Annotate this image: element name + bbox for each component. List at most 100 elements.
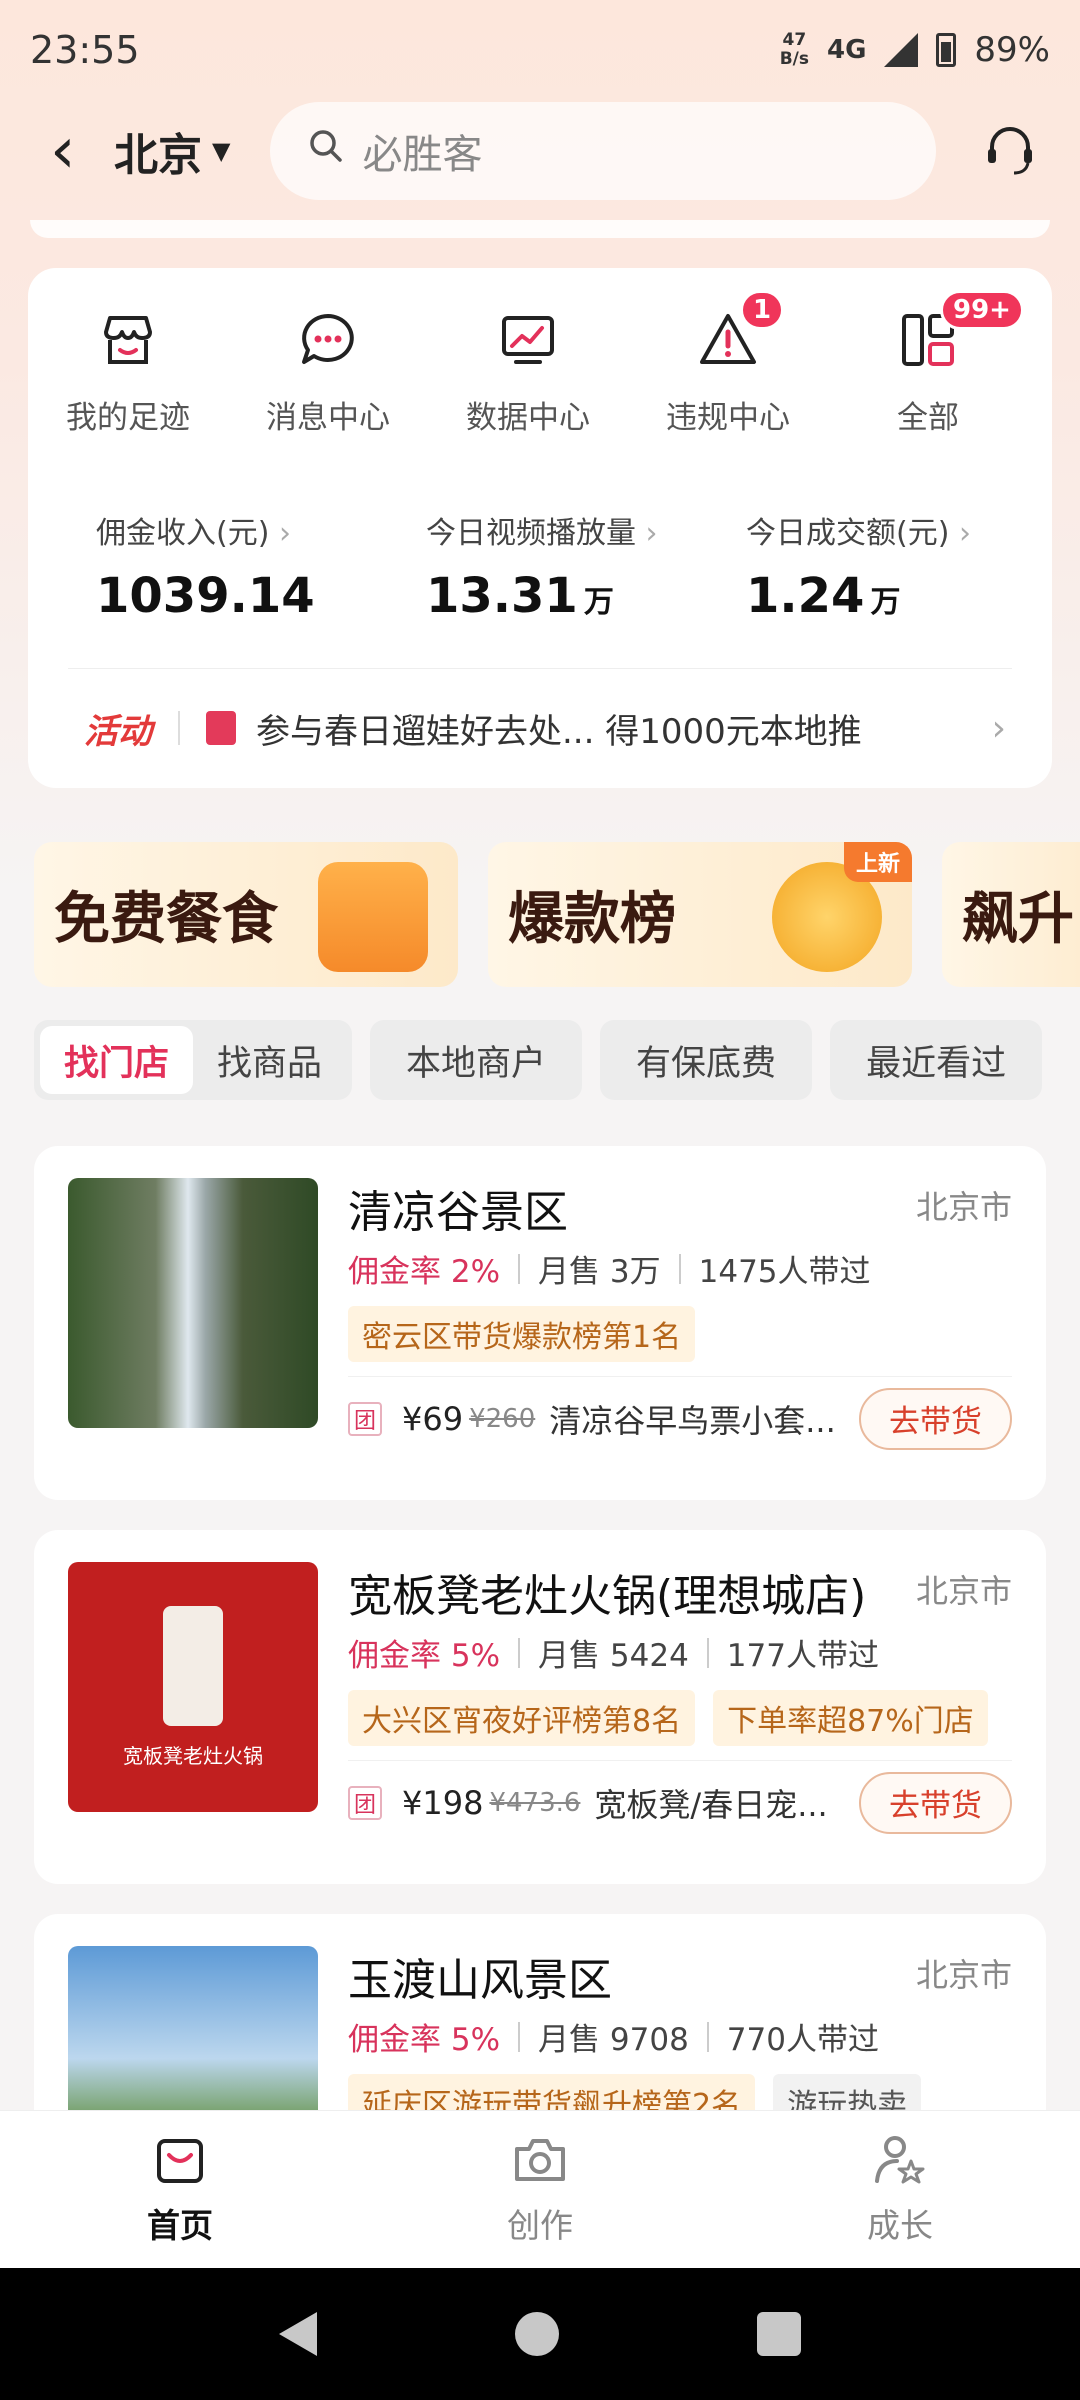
nav-home-icon[interactable]	[515, 2312, 559, 2356]
product-name: 清凉谷早鸟票小套...	[549, 1401, 836, 1440]
conversion-tag: 下单率超87%门店	[713, 1690, 988, 1746]
original-price: ¥260	[469, 1403, 536, 1434]
new-badge: 上新	[843, 842, 912, 882]
original-price: ¥473.6	[489, 1787, 581, 1818]
chip-find-stores[interactable]: 找门店	[40, 1026, 194, 1094]
nav-recents-icon[interactable]	[757, 2312, 801, 2356]
activity-banner[interactable]: 活动 参与春日遛娃好去处... 得1000元本地推 ›	[28, 698, 1052, 758]
shop-metrics: 佣金率 5% 月售 5424 177人带过	[348, 1637, 879, 1674]
product-price: ¥198	[402, 1783, 484, 1822]
stat-video-views[interactable]: 今日视频播放量 › 13.31 万	[426, 508, 658, 624]
shop-city: 北京市	[915, 1188, 1012, 1226]
net-speed: 47 B/s	[779, 30, 809, 69]
shop-metrics: 佣金率 5% 月售 9708 770人带过	[348, 2021, 879, 2058]
quick-action-label: 我的足迹	[66, 400, 190, 436]
chip-guaranteed-fee[interactable]: 有保底费	[600, 1020, 813, 1100]
feature-banners: 免费餐食 爆款榜 上新 飙升	[34, 842, 1080, 987]
shop-logo-figure	[163, 1605, 223, 1726]
product-row[interactable]: 团 ¥69 ¥260 清凉谷早鸟票小套... 去带货	[348, 1376, 1012, 1450]
banner-hot-list[interactable]: 爆款榜 上新	[488, 842, 912, 987]
shop-name: 清凉谷景区	[348, 1187, 568, 1238]
battery-level: 89%	[974, 30, 1050, 70]
shop-card[interactable]: 玉渡山风景区 北京市 佣金率 5% 月售 9708 770人带过 延庆区游玩带货…	[34, 1914, 1046, 2134]
shop-city: 北京市	[915, 1956, 1012, 1994]
header: ‹ 北京 ▼ 必胜客	[0, 96, 1080, 206]
shop-thumbnail: 宽板凳老灶火锅	[68, 1562, 318, 1812]
quick-action-label: 数据中心	[466, 400, 590, 436]
shop-thumbnail	[68, 1178, 318, 1428]
status-icons: 47 B/s 4G 89%	[780, 30, 1050, 70]
activity-tag: 活动	[84, 711, 152, 752]
chevron-down-icon[interactable]: ▼	[212, 137, 230, 165]
stat-commission[interactable]: 佣金收入(元) › 1039.14	[96, 508, 321, 624]
shop-metrics: 佣金率 2% 月售 3万 1475人带过	[348, 1253, 871, 1290]
tab-home[interactable]: 首页	[0, 2111, 360, 2268]
search-placeholder: 必胜客	[362, 132, 483, 178]
status-time: 23:55	[30, 28, 140, 72]
data-icon	[502, 316, 554, 364]
nav-back-icon[interactable]	[279, 2312, 317, 2356]
banner-rising[interactable]: 飙升	[942, 842, 1080, 987]
divider	[178, 711, 180, 745]
quick-action-violations[interactable]: 违规中心 1	[628, 290, 828, 437]
home-bag-icon	[157, 2139, 203, 2183]
tab-label: 成长	[867, 2206, 933, 2245]
quick-action-label: 违规中心	[666, 400, 790, 436]
shop-name: 玉渡山风景区	[348, 1955, 612, 2006]
banner-free-meal[interactable]: 免费餐食	[34, 842, 458, 987]
stat-gmv[interactable]: 今日成交额(元) › 1.24 万	[746, 508, 971, 624]
activity-text: 参与春日遛娃好去处... 得1000元本地推	[256, 711, 862, 752]
rank-tag: 密云区带货爆款榜第1名	[348, 1306, 696, 1362]
tab-label: 创作	[507, 2206, 573, 2245]
system-nav-bar	[0, 2268, 1080, 2400]
group-buy-icon: 团	[348, 1785, 382, 1820]
shop-city: 北京市	[915, 1572, 1012, 1610]
search-mode-toggle: 找门店 找商品	[34, 1020, 353, 1100]
ticket-icon	[206, 711, 236, 745]
shop-card[interactable]: 宽板凳老灶火锅 宽板凳老灶火锅(理想城店) 北京市 佣金率 5% 月售 5424…	[34, 1530, 1046, 1884]
notification-badge: 1	[740, 290, 785, 330]
status-bar: 23:55 47 B/s 4G 89%	[0, 0, 1080, 100]
filter-chips: 找门店 找商品 本地商户 有保底费 最近看过	[34, 1020, 1043, 1100]
signal-icon	[884, 33, 919, 67]
shop-icon	[104, 316, 152, 364]
shop-tags: 密云区带货爆款榜第1名	[348, 1306, 696, 1362]
shop-name: 宽板凳老灶火锅(理想城店)	[348, 1571, 867, 1622]
group-buy-icon: 团	[348, 1401, 382, 1436]
banner-strip	[30, 220, 1050, 238]
customer-service-icon[interactable]	[980, 121, 1040, 181]
promote-button[interactable]: 去带货	[859, 1771, 1012, 1834]
chip-recently-viewed[interactable]: 最近看过	[830, 1020, 1043, 1100]
tab-growth[interactable]: 成长	[720, 2111, 1080, 2268]
search-icon	[306, 126, 346, 176]
battery-icon	[936, 33, 957, 67]
shop-tags: 大兴区宵夜好评榜第8名 下单率超87%门店	[348, 1690, 988, 1746]
tab-create[interactable]: 创作	[360, 2111, 720, 2268]
promote-button[interactable]: 去带货	[859, 1387, 1012, 1450]
tab-label: 首页	[147, 2206, 213, 2245]
rank-tag: 大兴区宵夜好评榜第8名	[348, 1690, 696, 1746]
chip-local-merchants[interactable]: 本地商户	[370, 1020, 583, 1100]
back-icon[interactable]: ‹	[50, 119, 100, 183]
quick-action-all[interactable]: 全部 99+	[828, 290, 1028, 437]
thumbnail-caption: 宽板凳老灶火锅	[123, 1743, 263, 1768]
bottom-tab-bar: 首页 创作 成长	[0, 2110, 1080, 2268]
shop-card[interactable]: 清凉谷景区 北京市 佣金率 2% 月售 3万 1475人带过 密云区带货爆款榜第…	[34, 1146, 1046, 1500]
quick-action-label: 全部	[897, 400, 959, 436]
quick-action-footprint[interactable]: 我的足迹	[28, 308, 228, 437]
quick-action-data[interactable]: 数据中心	[428, 308, 628, 437]
chip-find-products[interactable]: 找商品	[193, 1026, 346, 1094]
dashboard-card: 我的足迹 消息中心 数据中心 违规中心 1 全部 99+ 佣金收入(元) › 1…	[28, 268, 1052, 788]
chevron-right-icon: ›	[991, 707, 1006, 749]
notification-badge: 99+	[940, 290, 1024, 330]
quick-action-label: 消息中心	[266, 400, 390, 436]
product-row[interactable]: 团 ¥198 ¥473.6 宽板凳/春日宠... 去带货	[348, 1760, 1012, 1834]
search-input[interactable]: 必胜客	[270, 102, 936, 200]
message-icon	[302, 314, 354, 364]
network-label: 4G	[826, 35, 867, 65]
camera-icon	[515, 2139, 565, 2181]
product-name: 宽板凳/春日宠...	[594, 1785, 828, 1824]
user-star-icon	[875, 2136, 925, 2184]
city-selector[interactable]: 北京	[114, 119, 202, 183]
quick-action-messages[interactable]: 消息中心	[228, 308, 428, 437]
